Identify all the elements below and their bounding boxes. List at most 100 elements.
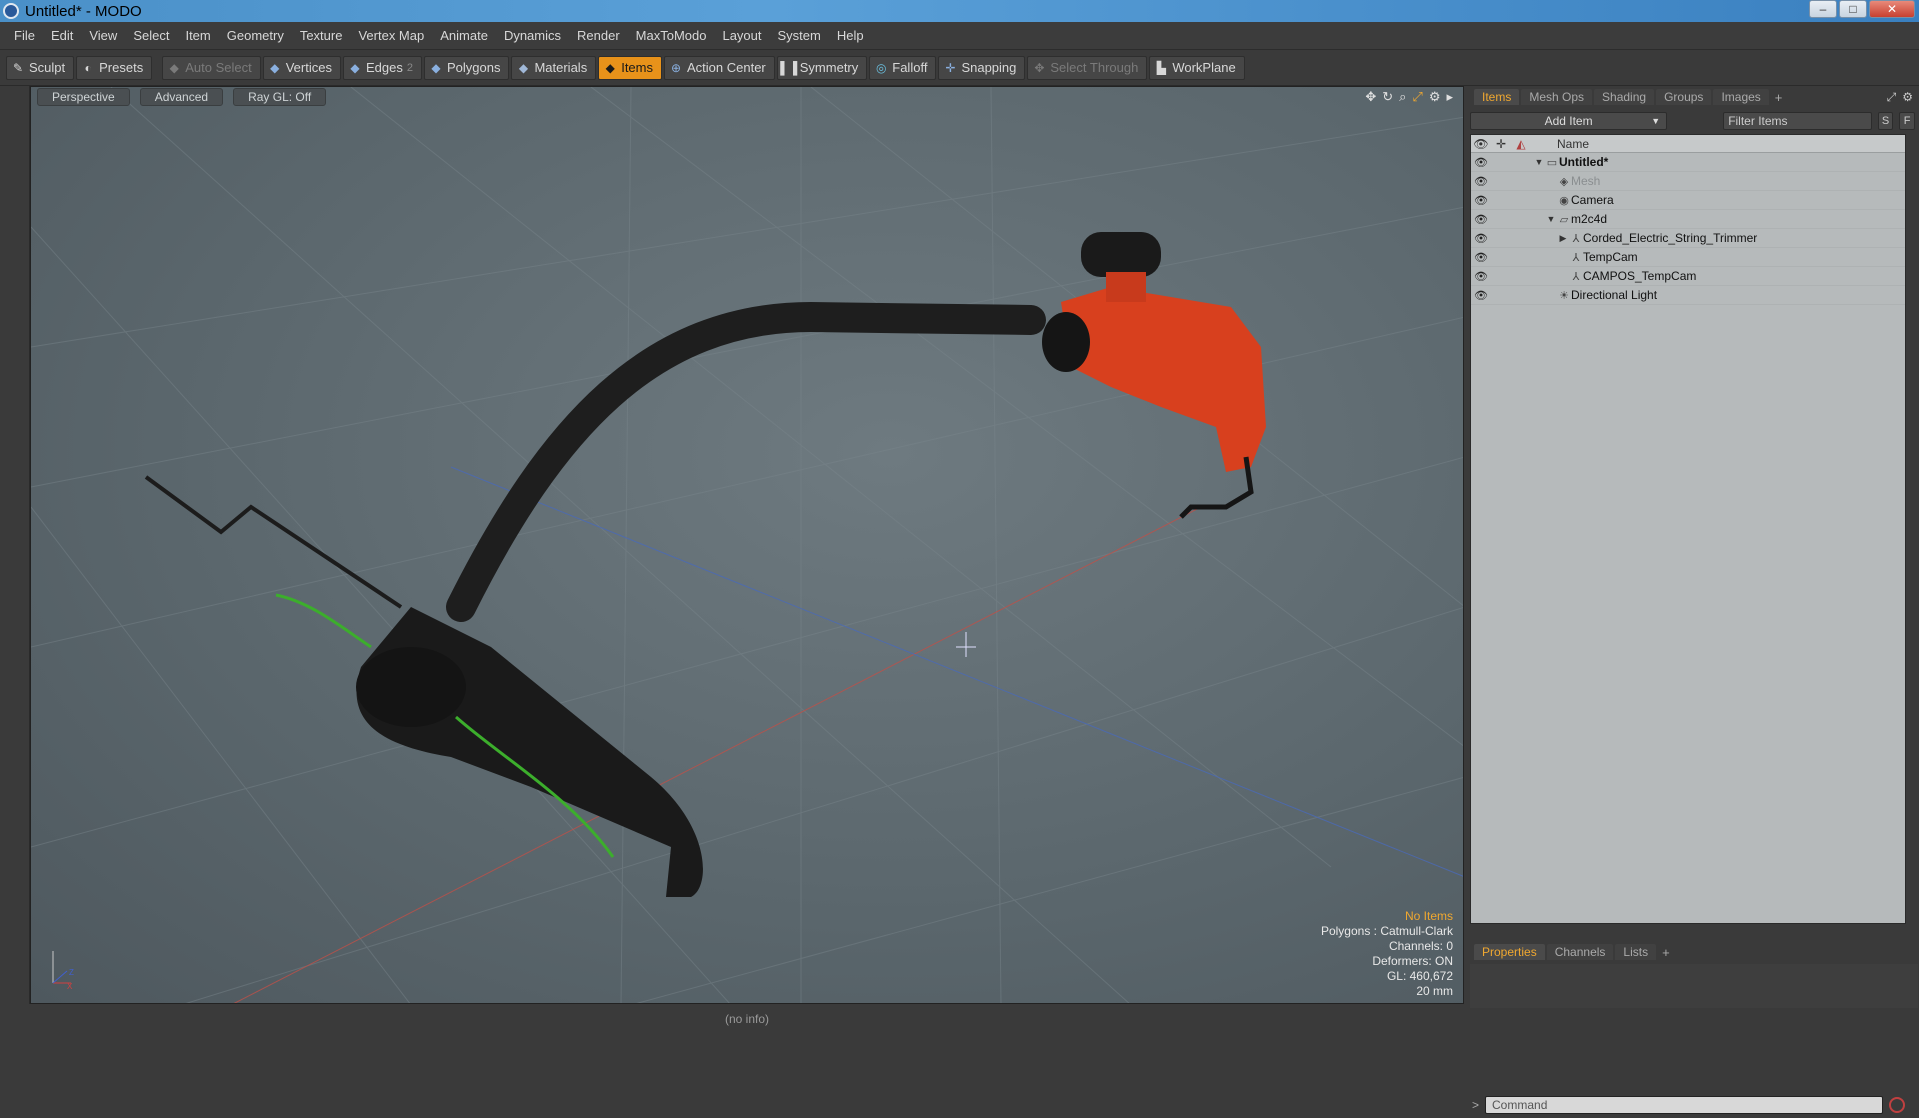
maximize-button[interactable]: □ — [1839, 0, 1867, 18]
tree-item-label: TempCam — [1583, 250, 1638, 264]
edges-icon: ◆ — [350, 60, 360, 75]
3d-viewport[interactable]: Perspective Advanced Ray GL: Off ✥ ↻ ⌕ ⤢… — [30, 86, 1464, 1004]
falloff-button[interactable]: ◎ Falloff — [869, 55, 937, 80]
action-center-label: Action Center — [687, 60, 766, 75]
expand-toggle-icon[interactable]: ▼ — [1545, 214, 1557, 224]
view-type-dropdown[interactable]: Perspective — [37, 88, 130, 106]
visibility-eye-icon[interactable]: 👁 — [1471, 232, 1491, 245]
menu-texture[interactable]: Texture — [292, 22, 351, 50]
workplane-label: WorkPlane — [1172, 60, 1236, 75]
stop-command-icon[interactable] — [1889, 1097, 1906, 1113]
menu-edit[interactable]: Edit — [43, 22, 81, 50]
minimize-button[interactable]: – — [1809, 0, 1837, 18]
maximize-view-icon[interactable]: ⤢ — [1412, 89, 1422, 105]
falloff-label: Falloff — [892, 60, 928, 75]
menu-vertex-map[interactable]: Vertex Map — [350, 22, 432, 50]
tab-properties[interactable]: Properties — [1474, 944, 1545, 960]
visibility-eye-icon[interactable]: 👁 — [1471, 175, 1491, 188]
tab-lists[interactable]: Lists — [1615, 944, 1657, 960]
workplane-button[interactable]: ▙ WorkPlane — [1149, 55, 1245, 80]
camera-icon: ◉ — [1559, 194, 1569, 207]
materials-icon: ◆ — [518, 60, 529, 75]
add-tab-icon[interactable]: + — [1771, 90, 1787, 105]
presets-label: Presets — [99, 60, 144, 75]
snapping-label: Snapping — [961, 60, 1017, 75]
menu-maxtomodo[interactable]: MaxToModo — [628, 22, 715, 50]
menu-dynamics[interactable]: Dynamics — [496, 22, 569, 50]
action-center-button[interactable]: ⊕ Action Center — [664, 55, 775, 80]
menu-help[interactable]: Help — [829, 22, 872, 50]
close-button[interactable]: ✕ — [1869, 0, 1915, 18]
modo-logo-icon — [3, 3, 19, 19]
tab-shading[interactable]: Shading — [1594, 89, 1655, 105]
viewport-settings-icon[interactable]: ⚙ — [1429, 89, 1441, 105]
tree-item-tempcam[interactable]: 👁 ⅄ TempCam — [1471, 248, 1905, 267]
add-properties-tab-icon[interactable]: + — [1658, 945, 1674, 960]
auto-select-button[interactable]: ◆ Auto Select — [162, 55, 261, 80]
menu-file[interactable]: File — [6, 22, 43, 50]
visibility-eye-icon[interactable]: 👁 — [1471, 213, 1491, 226]
visibility-eye-icon[interactable]: 👁 — [1471, 156, 1491, 169]
materials-button[interactable]: ◆ Materials — [511, 55, 597, 80]
expand-toggle-icon[interactable]: ▼ — [1533, 157, 1545, 167]
move-view-icon[interactable]: ✥ — [1365, 89, 1376, 105]
tree-item-directional-light[interactable]: 👁 ☀ Directional Light — [1471, 286, 1905, 305]
tab-groups[interactable]: Groups — [1656, 89, 1712, 105]
filter-s-button[interactable]: S — [1877, 112, 1894, 130]
visibility-eye-icon[interactable]: 👁 — [1471, 194, 1491, 207]
vertices-button[interactable]: ◆ Vertices — [262, 55, 341, 80]
tree-item-m2c4d[interactable]: 👁 ▼ ▱ m2c4d — [1471, 210, 1905, 229]
tab-images[interactable]: Images — [1713, 89, 1769, 105]
group-icon: ▱ — [1559, 213, 1569, 226]
polygons-button[interactable]: ◆ Polygons — [423, 55, 510, 80]
sculpt-label: Sculpt — [29, 60, 66, 75]
menu-system[interactable]: System — [770, 22, 829, 50]
zoom-view-icon[interactable]: ⌕ — [1399, 89, 1406, 105]
menu-geometry[interactable]: Geometry — [219, 22, 292, 50]
snapping-button[interactable]: ✛ Snapping — [938, 55, 1026, 80]
filter-f-button[interactable]: F — [1899, 112, 1915, 130]
channels-info: Channels: 0 — [1388, 939, 1453, 953]
sculpt-button[interactable]: ✎ Sculpt — [6, 55, 75, 80]
tree-item-camera[interactable]: 👁 ◉ Camera — [1471, 191, 1905, 210]
snapping-icon: ✛ — [945, 60, 956, 75]
presets-button[interactable]: ◐ Presets — [76, 55, 153, 80]
rotate-view-icon[interactable]: ↻ — [1382, 89, 1393, 105]
viewport-menu-icon[interactable]: ▸ — [1446, 89, 1453, 105]
shading-mode-dropdown[interactable]: Advanced — [139, 88, 224, 106]
tab-mesh-ops[interactable]: Mesh Ops — [1521, 89, 1593, 105]
filter-items-input[interactable]: Filter Items — [1723, 112, 1872, 130]
menu-select[interactable]: Select — [125, 22, 177, 50]
raygl-toggle[interactable]: Ray GL: Off — [233, 88, 327, 106]
menu-render[interactable]: Render — [569, 22, 628, 50]
menu-layout[interactable]: Layout — [714, 22, 769, 50]
tree-item-campos-tempcam[interactable]: 👁 ⅄ CAMPOS_TempCam — [1471, 267, 1905, 286]
add-item-button[interactable]: Add Item ▼ — [1470, 112, 1668, 130]
menu-animate[interactable]: Animate — [432, 22, 496, 50]
tree-item-label: Mesh — [1571, 174, 1601, 188]
cube-icon: ◆ — [169, 60, 179, 75]
symmetry-button[interactable]: ▌▐ Symmetry — [776, 55, 868, 80]
panel-expand-icon[interactable]: ⤢ — [1887, 90, 1897, 105]
command-input[interactable]: Command — [1485, 1096, 1884, 1114]
items-button[interactable]: ◆ Items — [598, 55, 662, 80]
right-panel: Items Mesh Ops Shading Groups Images + ⤢… — [1466, 86, 1919, 1114]
window-controls: – □ ✕ — [1809, 0, 1915, 18]
tab-channels[interactable]: Channels — [1546, 944, 1614, 960]
edges-button[interactable]: ◆ Edges 2 — [342, 55, 422, 80]
menu-view[interactable]: View — [81, 22, 125, 50]
tab-items[interactable]: Items — [1474, 89, 1520, 105]
visibility-eye-icon[interactable]: 👁 — [1471, 251, 1491, 264]
expand-toggle-icon[interactable]: ▶ — [1557, 233, 1569, 244]
panel-settings-icon[interactable]: ⚙ — [1902, 90, 1913, 105]
left-tool-strip — [0, 86, 30, 1004]
tree-item-corded-electric-string-trimmer[interactable]: 👁 ▶ ⅄ Corded_Electric_String_Trimmer — [1471, 229, 1905, 248]
visibility-eye-icon[interactable]: 👁 — [1471, 289, 1491, 302]
select-through-button[interactable]: ✥ Select Through — [1027, 55, 1148, 80]
menu-item[interactable]: Item — [177, 22, 218, 50]
tree-item-mesh[interactable]: 👁 ◈ Mesh — [1471, 172, 1905, 191]
tree-item-untitled-[interactable]: 👁 ▼ ▭ Untitled* — [1471, 153, 1905, 172]
presets-icon: ◐ — [84, 60, 92, 75]
visibility-eye-icon[interactable]: 👁 — [1471, 270, 1491, 283]
menu-bar: File Edit View Select Item Geometry Text… — [0, 22, 1919, 50]
